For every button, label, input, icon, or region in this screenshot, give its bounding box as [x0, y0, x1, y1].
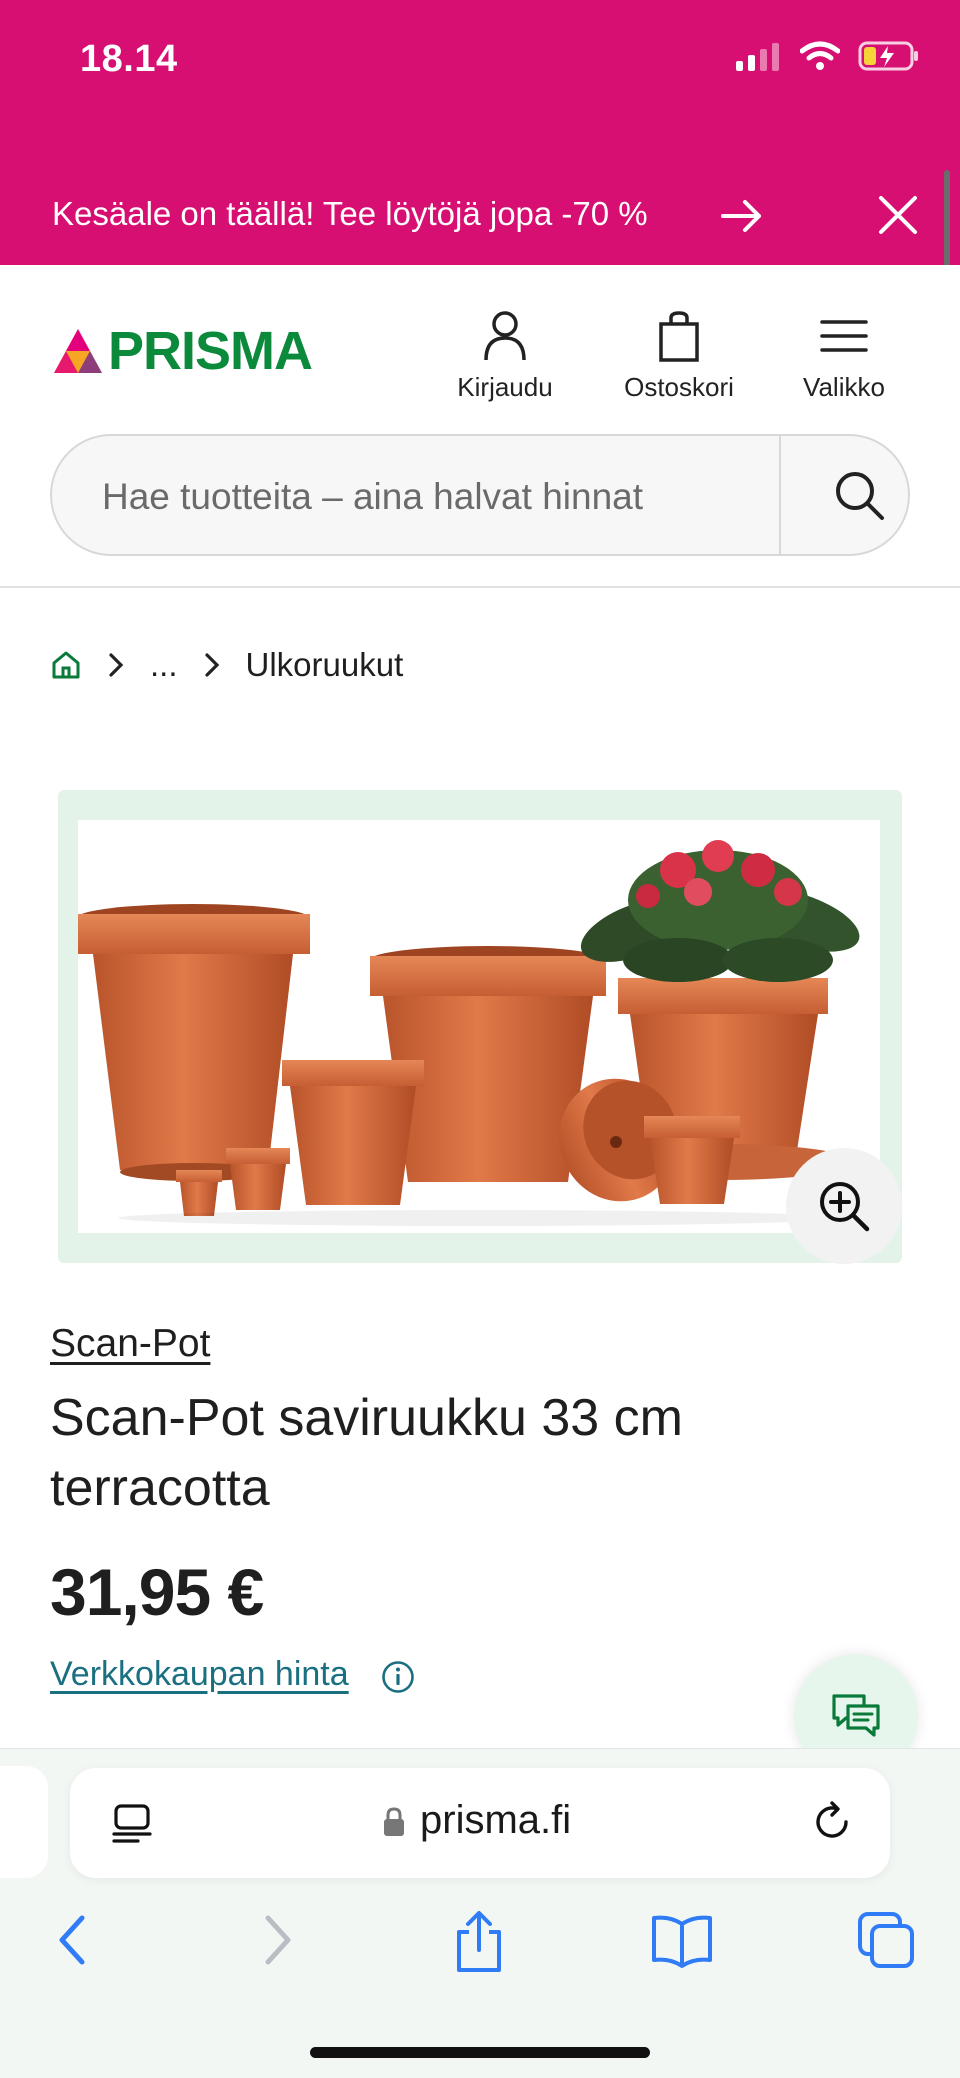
product-title: Scan-Pot saviruukku 33 cm terracotta [50, 1389, 683, 1517]
search-input[interactable]: Hae tuotteita – aina halvat hinnat [102, 476, 643, 518]
header-divider [0, 586, 960, 588]
close-icon[interactable] [876, 193, 920, 237]
info-icon[interactable] [381, 1660, 415, 1694]
online-price-link[interactable]: Verkkokaupan hinta [50, 1655, 349, 1694]
prisma-logo-mark-icon [54, 329, 102, 373]
breadcrumb-current[interactable]: Ulkoruukut [246, 646, 404, 684]
cellular-signal-icon [736, 43, 779, 71]
url-text[interactable]: prisma.fi [420, 1798, 571, 1843]
share-icon[interactable] [451, 1910, 507, 1974]
logo-wordmark: PRISMA [108, 321, 313, 381]
chat-icon [832, 1694, 880, 1737]
product-price: 31,95 € [50, 1555, 264, 1629]
login-button[interactable]: Kirjaudu [435, 308, 575, 403]
chevron-right-icon [202, 651, 222, 679]
lock-icon [384, 1807, 404, 1836]
login-label: Kirjaudu [457, 372, 553, 402]
bookmarks-icon[interactable] [650, 1910, 714, 1970]
search-bar[interactable]: Hae tuotteita – aina halvat hinnat [50, 434, 910, 556]
arrow-right-icon[interactable] [720, 196, 764, 236]
breadcrumb-ellipsis[interactable]: ... [150, 646, 178, 684]
terracotta-pots-illustration [76, 840, 860, 1226]
status-indicators [736, 40, 920, 72]
menu-label: Valikko [803, 372, 885, 402]
promo-text[interactable]: Kesäale on täällä! Tee löytöjä jopa -70 … [52, 195, 648, 233]
promo-banner[interactable]: Kesäale on täällä! Tee löytöjä jopa -70 … [0, 175, 960, 255]
battery-charging-icon [858, 41, 918, 71]
cart-label: Ostoskori [624, 372, 734, 402]
zoom-in-icon [820, 1182, 870, 1232]
forward-icon[interactable] [258, 1910, 298, 1970]
cart-button[interactable]: Ostoskori [609, 308, 749, 403]
product-image-frame[interactable] [58, 790, 902, 1263]
page-menu-icon[interactable] [110, 1802, 154, 1846]
breadcrumb: ... Ulkoruukut [50, 640, 403, 690]
home-indicator [310, 2047, 650, 2058]
chevron-right-icon [106, 651, 126, 679]
status-time: 18.14 [80, 38, 178, 80]
previous-tab-peek[interactable] [0, 1766, 48, 1878]
prisma-logo[interactable]: PRISMA [52, 320, 313, 382]
menu-icon [820, 320, 868, 352]
address-bar[interactable]: prisma.fi [70, 1768, 890, 1878]
tabs-icon[interactable] [856, 1910, 916, 1970]
home-icon[interactable] [50, 649, 82, 681]
product-image [76, 820, 880, 1233]
search-divider [779, 436, 781, 554]
user-icon [484, 311, 526, 361]
shopping-bag-icon [659, 311, 699, 362]
menu-button[interactable]: Valikko [774, 308, 914, 403]
back-icon[interactable] [52, 1910, 92, 1970]
reload-icon[interactable] [810, 1800, 854, 1844]
zoom-button[interactable] [786, 1148, 902, 1264]
search-icon[interactable] [832, 468, 886, 522]
wifi-icon [800, 41, 840, 70]
brand-link[interactable]: Scan-Pot [50, 1322, 210, 1366]
